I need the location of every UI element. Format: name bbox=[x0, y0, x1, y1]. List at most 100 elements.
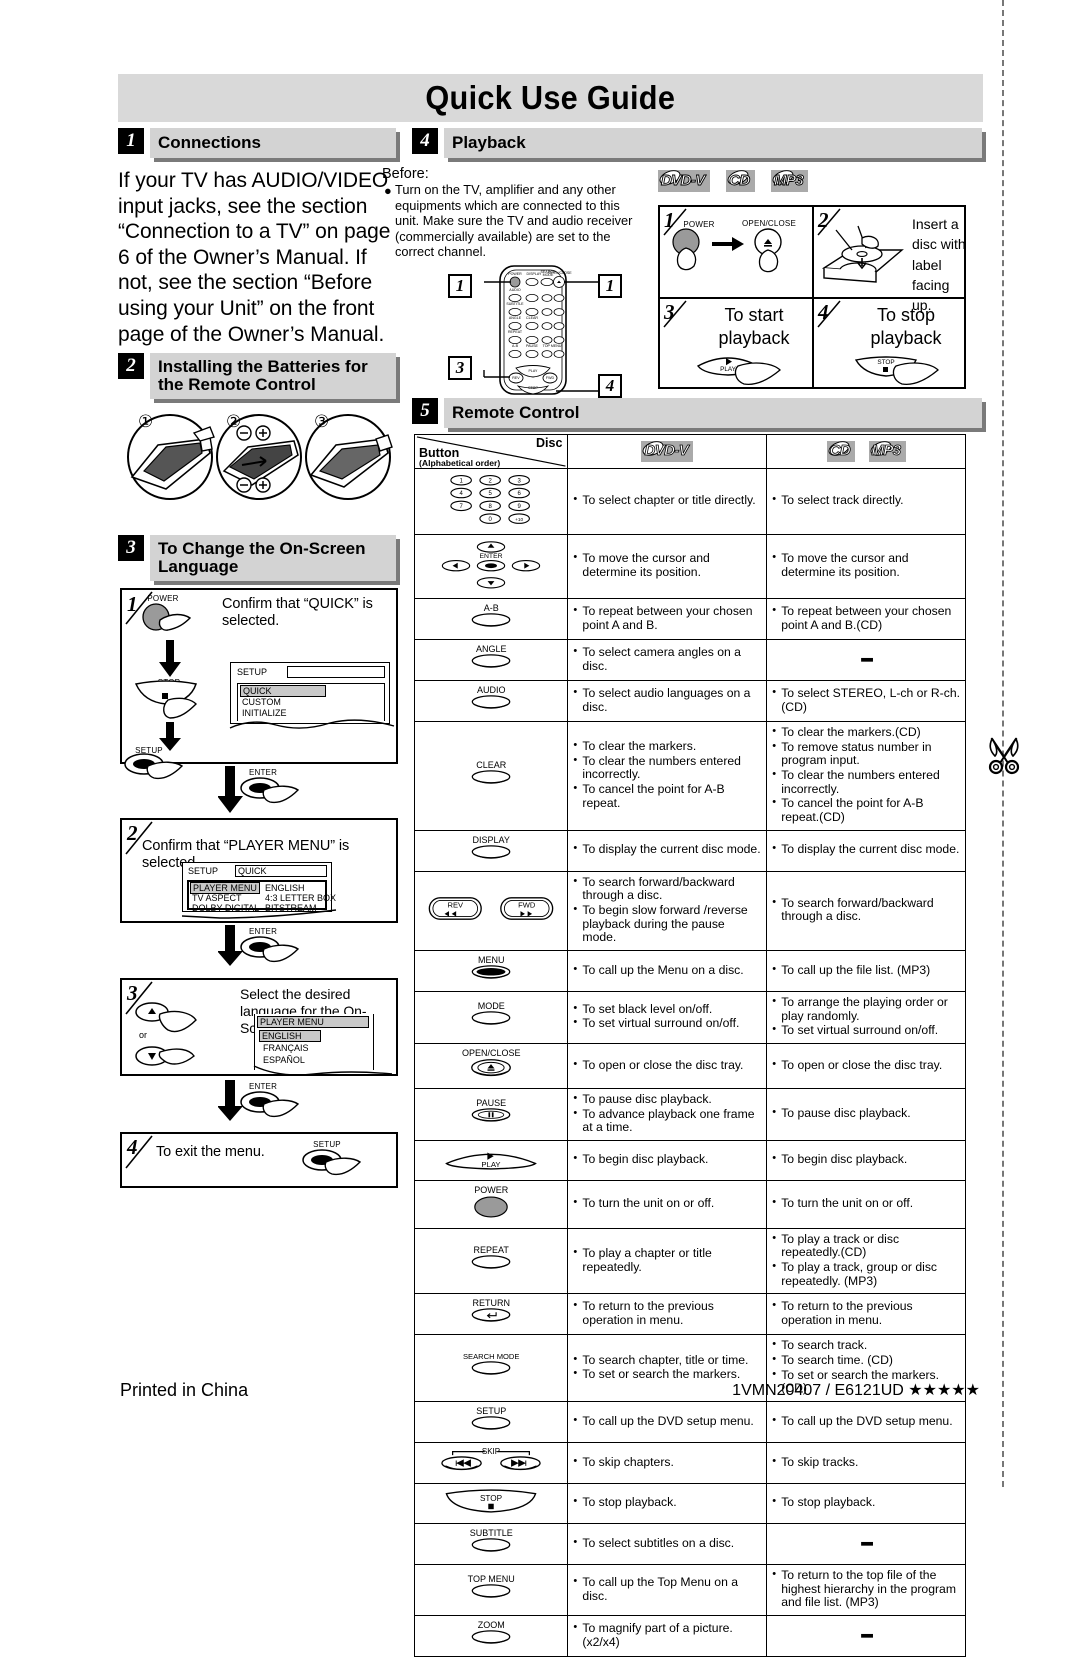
playback-step4-text: To stop playback bbox=[870, 305, 942, 348]
table-row: REV FWD To search forward/backward throu… bbox=[413, 870, 966, 951]
oval-key-icon[interactable] bbox=[464, 1538, 518, 1555]
oval-key-icon[interactable] bbox=[464, 770, 518, 787]
ab-button-label: A-B bbox=[483, 603, 499, 613]
button-cell-angle[interactable]: ANGLE bbox=[413, 639, 569, 681]
oval-key-icon[interactable] bbox=[464, 1584, 518, 1601]
button-cell-return[interactable]: RETURN bbox=[413, 1293, 569, 1336]
oval-key-icon[interactable] bbox=[464, 1630, 518, 1647]
desc-cell-cd: To skip tracks. bbox=[766, 1442, 966, 1485]
number-keys-icon[interactable]: 1 2 3 4 5 6 7 8 9 0 +10 bbox=[427, 473, 555, 525]
osd-setup-screen-2: SETUP QUICK PLAYER MENU ENGLISH TV ASPEC… bbox=[182, 862, 336, 913]
desc-item: To call up the DVD setup menu. bbox=[573, 1414, 761, 1429]
enter-button-hand bbox=[240, 1091, 300, 1118]
desc-item: To call up the file list. (MP3) bbox=[772, 963, 960, 978]
button-cell-skip[interactable]: SKIP bbox=[413, 1442, 569, 1485]
desc-item: To open or close the disc tray. bbox=[573, 1058, 761, 1073]
table-row: SKIP To skip chapters. To skip tracks. bbox=[413, 1442, 966, 1485]
header-button-sublabel: (Alphabetical order) bbox=[419, 458, 501, 468]
button-cell-numbers[interactable]: 1 2 3 4 5 6 7 8 9 0 +10 bbox=[413, 468, 569, 535]
section-heading: Playback bbox=[444, 128, 982, 158]
callout-1-right: 1 bbox=[598, 274, 622, 298]
skip-keys-icon[interactable]: SKIP bbox=[433, 1447, 549, 1474]
desc-cell-cd: To turn the unit on or off. bbox=[766, 1179, 966, 1229]
button-cell-subtitle[interactable]: SUBTITLE bbox=[413, 1523, 569, 1566]
pause-key-icon[interactable] bbox=[464, 1108, 518, 1125]
button-cell-cursor-enter[interactable]: ENTER bbox=[413, 534, 569, 599]
button-cell-audio[interactable]: AUDIO bbox=[413, 680, 569, 722]
osd-item-quick[interactable]: QUICK bbox=[240, 685, 326, 697]
oval-key-icon[interactable] bbox=[464, 613, 518, 630]
play-key-icon[interactable]: PLAY bbox=[441, 1145, 541, 1171]
table-row: PAUSE To pause disc playback. To advance… bbox=[413, 1087, 966, 1141]
button-cell-play[interactable]: PLAY bbox=[413, 1139, 569, 1181]
oval-key-icon[interactable] bbox=[464, 695, 518, 712]
desc-item: To turn the unit on or off. bbox=[573, 1196, 761, 1211]
button-cell-setup[interactable]: SETUP bbox=[413, 1401, 569, 1444]
button-cell-clear[interactable]: CLEAR bbox=[413, 721, 569, 831]
desc-cell-cd: To display the current disc mode. bbox=[766, 829, 966, 872]
desc-cell-dvd: To select camera angles on a disc. bbox=[567, 639, 768, 681]
desc-item: To set black level on/off. bbox=[573, 1002, 761, 1017]
section-number: 1 bbox=[118, 128, 144, 154]
open-close-key-icon[interactable] bbox=[464, 1058, 518, 1079]
power-key-icon[interactable] bbox=[464, 1195, 518, 1219]
desc-item: To search track. bbox=[772, 1338, 960, 1353]
oval-key-icon[interactable] bbox=[464, 844, 518, 862]
osd-row-tv-aspect-label[interactable]: TV ASPECT bbox=[192, 893, 242, 903]
oval-key-icon[interactable] bbox=[464, 1255, 518, 1272]
desc-item: To stop playback. bbox=[772, 1495, 960, 1510]
desc-cell-dvd: To stop playback. bbox=[567, 1483, 768, 1525]
oval-key-filled-icon[interactable] bbox=[464, 965, 518, 982]
stop-label: STOP bbox=[480, 1494, 503, 1503]
oval-key-icon[interactable] bbox=[464, 1011, 518, 1028]
osd-item-english[interactable]: ENGLISH bbox=[259, 1030, 321, 1042]
table-row: TOP MENU To call up the Top Menu on a di… bbox=[413, 1564, 966, 1617]
enter-button-hand bbox=[240, 777, 300, 804]
top-menu-button-label: TOP MENU bbox=[467, 1574, 515, 1585]
desc-cell-dvd: To set black level on/off. To set virtua… bbox=[567, 990, 768, 1044]
svg-text:A-B: A-B bbox=[512, 344, 519, 348]
oval-key-icon[interactable] bbox=[464, 654, 518, 671]
button-cell-power[interactable]: POWER bbox=[413, 1179, 569, 1229]
osd-item-custom[interactable]: CUSTOM bbox=[242, 697, 281, 707]
button-cell-search-mode[interactable]: SEARCH MODE bbox=[413, 1334, 569, 1403]
desc-item: To return to the top file of the highest… bbox=[772, 1568, 960, 1610]
button-cell-repeat[interactable]: REPEAT bbox=[413, 1227, 569, 1295]
button-cell-ab[interactable]: A-B bbox=[413, 598, 569, 640]
button-cell-mode[interactable]: MODE bbox=[413, 990, 569, 1044]
button-cell-pause[interactable]: PAUSE bbox=[413, 1087, 569, 1141]
desc-item: To begin disc playback. bbox=[772, 1152, 960, 1167]
button-cell-display[interactable]: DISPLAY bbox=[413, 829, 569, 872]
button-cell-zoom[interactable]: ZOOM bbox=[413, 1615, 569, 1657]
svg-text:REPEAT: REPEAT bbox=[508, 330, 523, 334]
oval-key-icon[interactable] bbox=[464, 1416, 518, 1433]
oval-key-icon[interactable] bbox=[464, 1361, 518, 1378]
play-label: PLAY bbox=[720, 366, 737, 373]
button-cell-stop[interactable]: STOP bbox=[413, 1483, 569, 1525]
desc-cell-cd: To repeat between your chosen point A an… bbox=[766, 598, 966, 640]
svg-text:①: ① bbox=[138, 412, 153, 431]
playback-step3-text: To start playback bbox=[718, 305, 790, 348]
desc-cell-dvd: To open or close the disc tray. bbox=[567, 1042, 768, 1089]
callout-3: 3 bbox=[448, 356, 472, 380]
desc-item: To select audio languages on a disc. bbox=[573, 686, 761, 714]
desc-item: To call up the Top Menu on a disc. bbox=[573, 1575, 761, 1603]
button-cell-open-close[interactable]: OPEN/CLOSE bbox=[413, 1042, 569, 1089]
table-row: SETUP To call up the DVD setup menu. To … bbox=[413, 1401, 966, 1444]
desc-item: To select track directly. bbox=[772, 493, 960, 508]
button-cell-rev-fwd[interactable]: REV FWD bbox=[413, 870, 569, 951]
desc-item: To play a track, group or disc repeatedl… bbox=[772, 1260, 960, 1288]
osd-item-francais[interactable]: FRANÇAIS bbox=[263, 1043, 309, 1053]
return-key-icon[interactable] bbox=[464, 1308, 518, 1325]
table-row: ENTER To move the cursor and determine i… bbox=[413, 534, 966, 599]
mp3-logo-icon: MP3 bbox=[867, 438, 906, 462]
desc-item: To play a track or disc repeatedly.(CD) bbox=[772, 1232, 960, 1260]
menu-button-label: MENU bbox=[477, 954, 505, 965]
button-cell-top-menu[interactable]: TOP MENU bbox=[413, 1564, 569, 1617]
button-cell-menu[interactable]: MENU bbox=[413, 949, 569, 992]
rev-fwd-keys-icon[interactable]: REV FWD bbox=[424, 893, 558, 924]
desc-item: To magnify part of a picture. (x2/x4) bbox=[573, 1621, 761, 1649]
cursor-enter-keys-icon[interactable]: ENTER bbox=[427, 539, 555, 589]
svg-text:FWD: FWD bbox=[546, 376, 555, 380]
stop-key-icon[interactable]: STOP bbox=[441, 1488, 541, 1514]
